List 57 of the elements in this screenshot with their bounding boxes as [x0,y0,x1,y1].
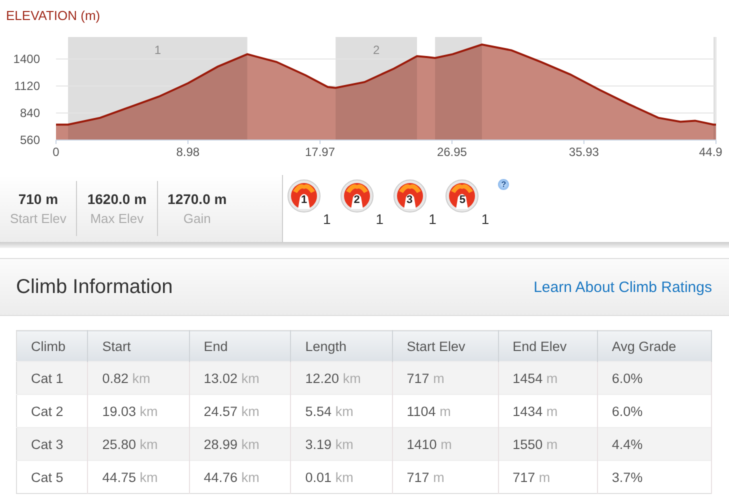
climb-category-badge: 5 [445,179,480,213]
table-cell: 6.0% [597,362,712,394]
climb-count: 1 [428,211,436,227]
table-cell: 44.75 km [88,460,190,494]
stat-value: 710 m [18,191,58,207]
table-cell: Cat 5 [16,460,88,494]
table-cell: 3.19 km [290,428,392,460]
column-header: Start Elev [392,330,498,362]
y-tick-label: 840 [20,106,40,120]
stat-label: Max Elev [90,211,144,226]
stat-value: 1270.0 m [168,191,227,207]
band-label: 1 [154,43,162,57]
table-cell: 28.99 km [189,428,291,460]
x-tick-label: 0 [52,145,60,159]
table-cell: 44.76 km [189,460,291,494]
x-tick-label: 8.98 [176,145,200,159]
stat-label: Start Elev [10,211,66,226]
section-title: Climb Information [16,276,173,298]
column-header: Start [88,330,190,362]
table-cell: 13.02 km [189,362,291,394]
table-cell: 25.80 km [88,428,190,460]
climb-count: 1 [376,211,384,227]
table-cell: 1410 m [392,428,498,460]
column-header: End [189,330,291,362]
band-label: 2 [372,43,380,57]
climb-count: 1 [481,211,490,227]
table-cell: 717 m [392,362,498,394]
table-cell: 0.82 km [88,362,190,394]
y-tick-label: 560 [20,133,40,147]
y-tick-label: 1400 [13,52,40,66]
table-cell: 1550 m [498,428,598,460]
table-cell: 3.7% [597,460,712,494]
column-header: Length [290,330,392,362]
x-tick-label: 35.93 [568,145,599,159]
climb-category-badge: 2 [340,179,374,213]
x-tick-label: 17.97 [305,145,336,159]
column-header: Climb [16,330,88,362]
y-tick-label: 1120 [14,79,40,93]
table-cell: Cat 3 [16,428,88,460]
table-cell: 12.20 km [290,362,392,394]
climb-ratings-link[interactable]: Learn About Climb Ratings [534,278,712,296]
help-icon[interactable]: ? [498,179,510,190]
climb-category-badge: 1 [287,179,321,213]
table-cell: 4.4% [597,428,712,460]
column-header: Avg Grade [597,330,712,362]
table-cell: 717 m [498,460,598,494]
climb-category-badge: 3 [392,179,427,213]
x-tick-label: 26.95 [436,145,467,159]
x-tick-label: 44.9 [699,145,722,159]
table-cell: 717 m [392,460,498,494]
table-cell: 1454 m [498,362,598,394]
table-cell: Cat 1 [16,362,88,394]
table-cell: 0.01 km [290,460,392,494]
column-header: End Elev [498,330,598,362]
stat-value: 1620.0 m [87,191,147,207]
climb-count: 1 [323,211,331,227]
stat-label: Gain [183,211,211,226]
